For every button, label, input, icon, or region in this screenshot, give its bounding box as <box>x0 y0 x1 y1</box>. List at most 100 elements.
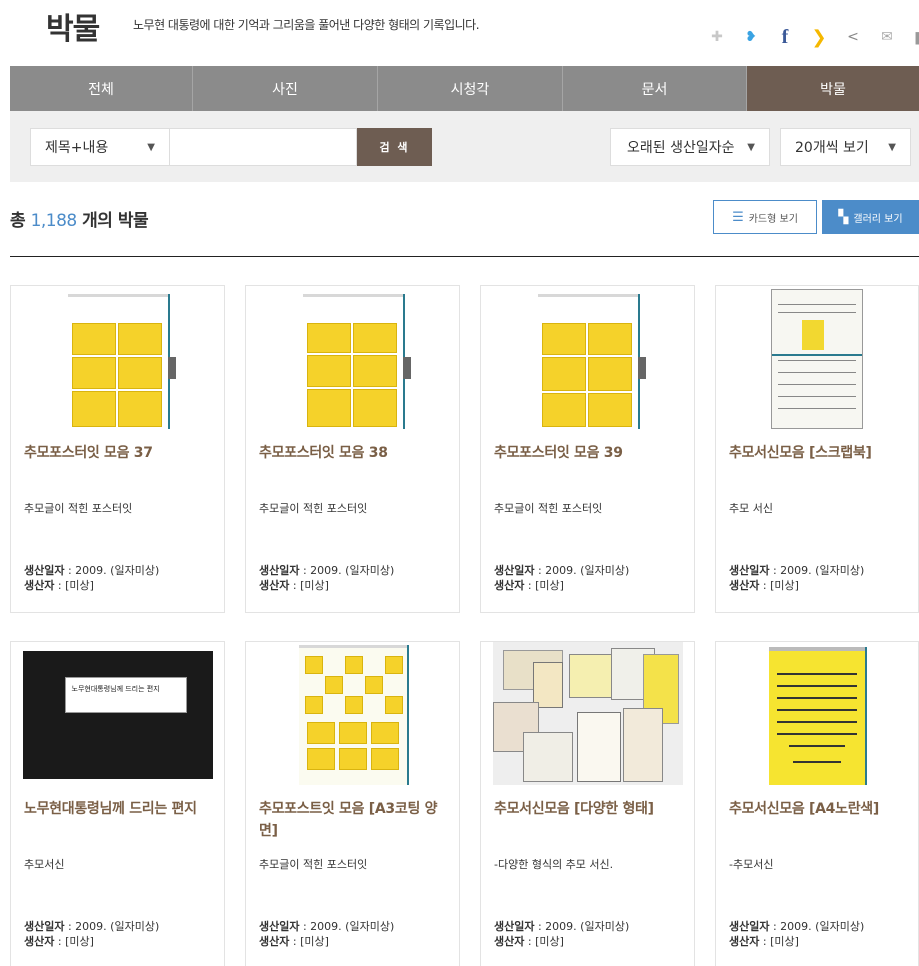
item-thumbnail[interactable] <box>11 286 224 429</box>
item-card[interactable]: 추모서신모음 [A4노란색] -추모서신 생산일자 : 2009. (일자미상)… <box>715 641 919 966</box>
producer-label: 생산자 <box>729 579 760 592</box>
item-producer: : [미상] <box>54 935 94 948</box>
per-page-select[interactable]: 20개씩 보기 ▼ <box>780 128 911 166</box>
item-date: : 2009. (일자미상) <box>64 920 160 933</box>
producer-label: 생산자 <box>24 579 55 592</box>
tab-photo[interactable]: 사진 <box>193 66 378 111</box>
date-label: 생산일자 <box>259 920 300 933</box>
item-producer: : [미상] <box>524 579 564 592</box>
item-thumbnail[interactable] <box>481 286 694 429</box>
item-date: : 2009. (일자미상) <box>299 920 395 933</box>
gallery-view-label: 갤러리 보기 <box>853 213 903 225</box>
item-description: 추모서신 <box>24 858 65 871</box>
chevron-down-icon: ▼ <box>147 141 155 153</box>
chevron-down-icon: ▼ <box>747 141 755 153</box>
item-card[interactable]: 노무현대통령님께 드리는 편지 노무현대통령님께 드리는 편지 추모서신 생산일… <box>10 641 225 966</box>
item-title[interactable]: 노무현대통령님께 드리는 편지 <box>24 798 214 820</box>
item-card[interactable]: 추모포스터잇 모음 39 추모글이 적힌 포스터잇 생산일자 : 2009. (… <box>480 285 695 613</box>
item-thumbnail[interactable] <box>716 642 918 785</box>
date-label: 생산일자 <box>494 564 535 577</box>
item-title[interactable]: 추모포스터잇 모음 37 <box>24 442 214 464</box>
page-description: 노무현 대통령에 대한 기억과 그리움을 풀어낸 다양한 형태의 기록입니다. <box>133 18 480 32</box>
share-toolbar: ✚ ❥ f ❯ < ✉ ▆ <box>706 26 919 48</box>
item-meta: 생산일자 : 2009. (일자미상) 생산자 : [미상] <box>494 919 694 949</box>
item-producer: : [미상] <box>289 579 329 592</box>
list-icon: ☰ <box>732 209 744 225</box>
facebook-icon[interactable]: f <box>774 26 796 48</box>
item-card[interactable]: 추모포스트잇 모음 [A3코팅 양면] 추모글이 적힌 포스터잇 생산일자 : … <box>245 641 460 966</box>
item-title[interactable]: 추모서신모음 [스크랩북] <box>729 442 919 464</box>
item-meta: 생산일자 : 2009. (일자미상) 생산자 : [미상] <box>729 563 919 593</box>
item-thumbnail[interactable] <box>481 642 694 785</box>
chevron-down-icon: ▼ <box>888 141 896 153</box>
date-label: 생산일자 <box>24 564 65 577</box>
mail-icon[interactable]: ✉ <box>876 26 898 48</box>
sort-select-value: 오래된 생산일자순 <box>627 140 735 156</box>
sort-select[interactable]: 오래된 생산일자순 ▼ <box>610 128 770 166</box>
tab-audiovisual[interactable]: 시청각 <box>378 66 563 111</box>
search-bar: 제목+내용 ▼ 검 색 오래된 생산일자순 ▼ 20개씩 보기 ▼ <box>10 111 919 182</box>
producer-label: 생산자 <box>259 935 290 948</box>
item-description: -추모서신 <box>729 858 774 871</box>
item-card[interactable]: 추모포스터잇 모음 38 추모글이 적힌 포스터잇 생산일자 : 2009. (… <box>245 285 460 613</box>
item-thumbnail[interactable] <box>246 286 459 429</box>
item-thumbnail[interactable]: 노무현대통령님께 드리는 편지 <box>11 642 224 785</box>
page-header: 박물 노무현 대통령에 대한 기억과 그리움을 풀어낸 다양한 형태의 기록입니… <box>0 0 919 66</box>
item-title[interactable]: 추모서신모음 [다양한 형태] <box>494 798 684 820</box>
letter-label: 노무현대통령님께 드리는 편지 <box>64 677 187 713</box>
kakaostory-icon[interactable]: ❯ <box>808 26 830 48</box>
item-title[interactable]: 추모포스터잇 모음 38 <box>259 442 449 464</box>
item-meta: 생산일자 : 2009. (일자미상) 생산자 : [미상] <box>24 563 224 593</box>
result-summary-row: 총 1,188 개의 박물 ☰ 카드형 보기 ▚ 갤러리 보기 <box>10 200 919 236</box>
producer-label: 생산자 <box>494 935 525 948</box>
item-meta: 생산일자 : 2009. (일자미상) 생산자 : [미상] <box>494 563 694 593</box>
item-card[interactable]: 추모서신모음 [다양한 형태] -다양한 형식의 추모 서신. 생산일자 : 2… <box>480 641 695 966</box>
item-meta: 생산일자 : 2009. (일자미상) 생산자 : [미상] <box>24 919 224 949</box>
per-page-select-value: 20개씩 보기 <box>795 140 869 156</box>
grid-icon: ▚ <box>838 209 849 225</box>
date-label: 생산일자 <box>729 564 770 577</box>
item-description: 추모글이 적힌 포스터잇 <box>259 502 368 515</box>
result-count-prefix: 총 <box>10 211 26 231</box>
item-thumbnail[interactable] <box>716 286 918 429</box>
item-thumbnail[interactable] <box>246 642 459 785</box>
share-icon[interactable]: < <box>842 26 864 48</box>
item-card[interactable]: 추모포스터잇 모음 37 추모글이 적힌 포스터잇 생산일자 : 2009. (… <box>10 285 225 613</box>
date-label: 생산일자 <box>259 564 300 577</box>
item-producer: : [미상] <box>759 579 799 592</box>
item-description: 추모글이 적힌 포스터잇 <box>259 858 368 871</box>
producer-label: 생산자 <box>494 579 525 592</box>
tab-artifact[interactable]: 박물 <box>747 66 919 111</box>
card-view-label: 카드형 보기 <box>748 213 798 225</box>
item-producer: : [미상] <box>289 935 329 948</box>
item-title[interactable]: 추모포스트잇 모음 [A3코팅 양면] <box>259 798 449 842</box>
search-button[interactable]: 검 색 <box>357 128 432 166</box>
page-title: 박물 <box>46 12 100 47</box>
search-field-select[interactable]: 제목+내용 ▼ <box>30 128 170 166</box>
item-title[interactable]: 추모포스터잇 모음 39 <box>494 442 684 464</box>
producer-label: 생산자 <box>24 935 55 948</box>
item-meta: 생산일자 : 2009. (일자미상) 생산자 : [미상] <box>259 919 459 949</box>
item-description: 추모 서신 <box>729 502 773 515</box>
category-tabs: 전체 사진 시청각 문서 박물 <box>10 66 919 111</box>
search-input[interactable] <box>170 128 357 166</box>
tab-document[interactable]: 문서 <box>563 66 747 111</box>
item-meta: 생산일자 : 2009. (일자미상) 생산자 : [미상] <box>729 919 919 949</box>
item-date: : 2009. (일자미상) <box>769 920 865 933</box>
producer-label: 생산자 <box>729 935 760 948</box>
gallery-view-button[interactable]: ▚ 갤러리 보기 <box>822 200 919 234</box>
item-card[interactable]: 추모서신모음 [스크랩북] 추모 서신 생산일자 : 2009. (일자미상) … <box>715 285 919 613</box>
result-count-number: 1,188 <box>30 211 78 231</box>
puzzle-icon[interactable]: ✚ <box>706 26 728 48</box>
item-title[interactable]: 추모서신모음 [A4노란색] <box>729 798 919 820</box>
divider <box>10 256 919 257</box>
card-view-button[interactable]: ☰ 카드형 보기 <box>713 200 817 234</box>
date-label: 생산일자 <box>729 920 770 933</box>
date-label: 생산일자 <box>24 920 65 933</box>
item-meta: 생산일자 : 2009. (일자미상) 생산자 : [미상] <box>259 563 459 593</box>
date-label: 생산일자 <box>494 920 535 933</box>
print-icon[interactable]: ▆ <box>910 26 919 48</box>
tab-all[interactable]: 전체 <box>10 66 193 111</box>
item-date: : 2009. (일자미상) <box>769 564 865 577</box>
twitter-icon[interactable]: ❥ <box>740 26 762 48</box>
